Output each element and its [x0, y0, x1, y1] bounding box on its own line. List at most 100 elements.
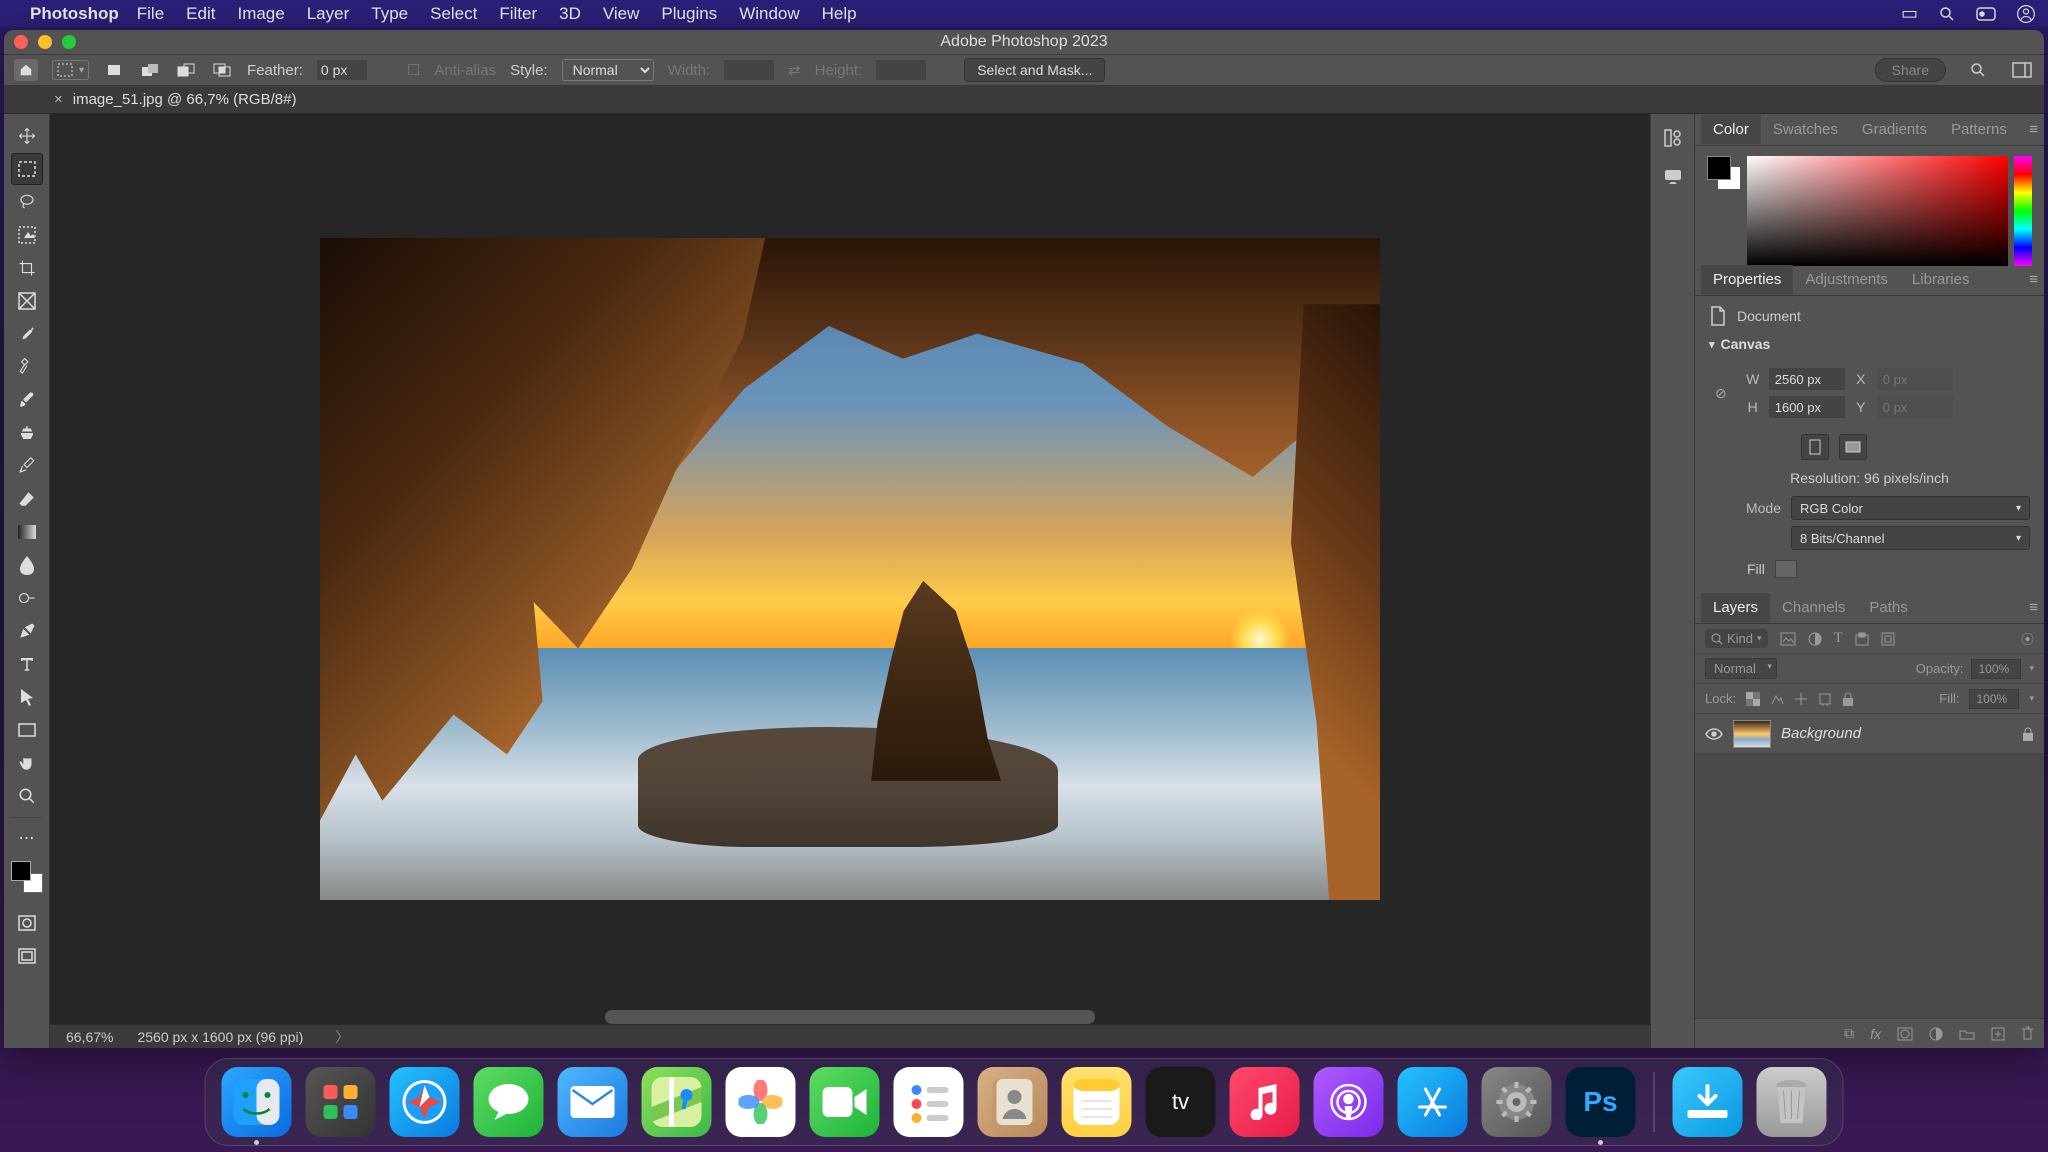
- filter-type-icon[interactable]: T: [1834, 630, 1843, 647]
- path-selection-tool[interactable]: [11, 681, 43, 713]
- eyedropper-tool[interactable]: [11, 318, 43, 350]
- layer-fill-input[interactable]: 100%: [1969, 689, 2019, 709]
- foreground-color-swatch[interactable]: [11, 861, 31, 881]
- brush-tool[interactable]: [11, 384, 43, 416]
- eraser-tool[interactable]: [11, 483, 43, 515]
- history-brush-tool[interactable]: [11, 450, 43, 482]
- gradient-tool[interactable]: [11, 516, 43, 548]
- layer-name[interactable]: Background: [1781, 725, 2012, 742]
- menubar-control-center-icon[interactable]: [1976, 7, 1996, 21]
- lock-artboard-icon[interactable]: [1818, 692, 1832, 706]
- hand-tool[interactable]: [11, 747, 43, 779]
- status-dimensions[interactable]: 2560 px x 1600 px (96 ppi): [137, 1029, 303, 1045]
- clone-stamp-tool[interactable]: [11, 417, 43, 449]
- layer-item-background[interactable]: Background: [1695, 714, 2044, 754]
- menu-select[interactable]: Select: [430, 4, 477, 24]
- dock-launchpad[interactable]: [306, 1067, 376, 1137]
- color-panel-menu-icon[interactable]: ≡: [2029, 121, 2038, 138]
- select-and-mask-button[interactable]: Select and Mask...: [964, 58, 1105, 82]
- dock-podcasts[interactable]: [1314, 1067, 1384, 1137]
- canvas-width-input[interactable]: [1769, 368, 1845, 390]
- zoom-tool[interactable]: [11, 780, 43, 812]
- properties-panel-menu-icon[interactable]: ≡: [2029, 271, 2038, 288]
- tab-channels[interactable]: Channels: [1770, 593, 1857, 622]
- feather-input[interactable]: [317, 60, 367, 80]
- rectangle-tool[interactable]: [11, 714, 43, 746]
- blur-tool[interactable]: [11, 549, 43, 581]
- layer-lock-icon[interactable]: [2022, 727, 2034, 741]
- menu-help[interactable]: Help: [822, 4, 857, 24]
- canvas-viewport[interactable]: [50, 114, 1650, 1024]
- document-canvas[interactable]: [320, 238, 1380, 900]
- dock-photoshop[interactable]: Ps: [1566, 1067, 1636, 1137]
- new-selection-icon[interactable]: [103, 60, 125, 80]
- horizontal-scrollbar[interactable]: [605, 1010, 1095, 1024]
- add-selection-icon[interactable]: [139, 60, 161, 80]
- lock-image-icon[interactable]: [1770, 692, 1784, 706]
- dock-photos[interactable]: [726, 1067, 796, 1137]
- filter-adjustment-icon[interactable]: [1808, 632, 1822, 646]
- adjustment-layer-icon[interactable]: [1929, 1027, 1943, 1041]
- delete-layer-icon[interactable]: [2021, 1026, 2034, 1041]
- tab-paths[interactable]: Paths: [1857, 593, 1919, 622]
- healing-brush-tool[interactable]: [11, 351, 43, 383]
- app-name[interactable]: Photoshop: [30, 4, 119, 24]
- dock-trash[interactable]: [1757, 1067, 1827, 1137]
- object-selection-tool[interactable]: [11, 219, 43, 251]
- layer-visibility-icon[interactable]: [1705, 728, 1723, 740]
- edit-toolbar-icon[interactable]: ⋯: [11, 822, 43, 854]
- dock-notes[interactable]: [1062, 1067, 1132, 1137]
- pen-tool[interactable]: [11, 615, 43, 647]
- menu-filter[interactable]: Filter: [499, 4, 537, 24]
- filter-toggle-icon[interactable]: ⦿: [2021, 629, 2034, 648]
- lock-position-icon[interactable]: [1794, 692, 1808, 706]
- tab-color[interactable]: Color: [1701, 115, 1761, 144]
- fill-color-swatch[interactable]: [1775, 560, 1797, 578]
- hue-slider[interactable]: [2014, 156, 2032, 266]
- move-tool[interactable]: [11, 120, 43, 152]
- lasso-tool[interactable]: [11, 186, 43, 218]
- color-fg-bg-swatches[interactable]: [1707, 156, 1741, 190]
- layer-group-icon[interactable]: [1959, 1028, 1975, 1040]
- share-button[interactable]: Share: [1875, 58, 1946, 82]
- tab-swatches[interactable]: Swatches: [1761, 115, 1850, 144]
- menu-layer[interactable]: Layer: [307, 4, 350, 24]
- menubar-user-icon[interactable]: [2016, 4, 2036, 24]
- dock-mail[interactable]: [558, 1067, 628, 1137]
- filter-pixel-icon[interactable]: [1780, 632, 1796, 646]
- layer-fx-icon[interactable]: fx: [1870, 1026, 1881, 1042]
- tab-gradients[interactable]: Gradients: [1850, 115, 1939, 144]
- tab-layers[interactable]: Layers: [1701, 593, 1770, 622]
- bit-depth-select[interactable]: 8 Bits/Channel▾: [1791, 526, 2030, 550]
- menu-plugins[interactable]: Plugins: [661, 4, 717, 24]
- mini-panel-icon-2[interactable]: [1663, 168, 1683, 184]
- type-tool[interactable]: [11, 648, 43, 680]
- color-field[interactable]: [1747, 156, 2008, 266]
- menu-type[interactable]: Type: [371, 4, 408, 24]
- dock-contacts[interactable]: [978, 1067, 1048, 1137]
- window-zoom-button[interactable]: [62, 35, 76, 49]
- menu-view[interactable]: View: [603, 4, 640, 24]
- menu-3d[interactable]: 3D: [559, 4, 581, 24]
- search-icon[interactable]: [1966, 59, 1990, 81]
- screen-mode-icon[interactable]: [11, 940, 43, 972]
- workspace-switcher-icon[interactable]: [2010, 59, 2034, 81]
- blend-mode-select[interactable]: Normal▾: [1705, 658, 1777, 679]
- canvas-height-input[interactable]: [1769, 396, 1845, 418]
- dock-music[interactable]: [1230, 1067, 1300, 1137]
- menubar-date-icon[interactable]: ▭: [1901, 3, 1918, 24]
- active-tool-preset[interactable]: ▾: [52, 60, 89, 80]
- menu-image[interactable]: Image: [237, 4, 284, 24]
- dock-downloads[interactable]: [1673, 1067, 1743, 1137]
- landscape-orientation-button[interactable]: [1839, 434, 1867, 460]
- intersect-selection-icon[interactable]: [211, 60, 233, 80]
- lock-transparency-icon[interactable]: [1746, 692, 1760, 706]
- link-dims-icon[interactable]: ⊘: [1715, 385, 1727, 402]
- tab-properties[interactable]: Properties: [1701, 265, 1793, 294]
- menu-edit[interactable]: Edit: [186, 4, 215, 24]
- window-minimize-button[interactable]: [38, 35, 52, 49]
- tab-libraries[interactable]: Libraries: [1900, 265, 1982, 294]
- filter-smart-icon[interactable]: [1881, 632, 1895, 646]
- document-tab-title[interactable]: image_51.jpg @ 66,7% (RGB/8#): [73, 91, 297, 108]
- window-close-button[interactable]: [14, 35, 28, 49]
